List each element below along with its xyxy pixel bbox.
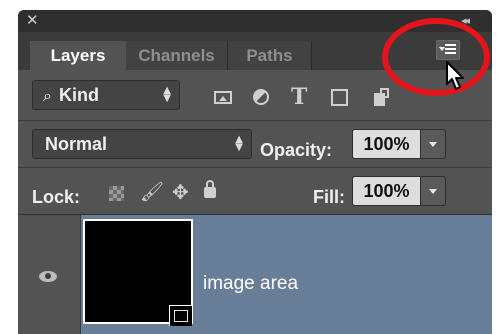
updown-arrows-icon: ▲ ▼	[163, 85, 171, 104]
fill-input[interactable]: 100%	[352, 176, 420, 206]
blend-mode-select[interactable]: Normal ▲ ▼	[32, 129, 252, 159]
fill-dropdown-button[interactable]	[420, 176, 446, 206]
layer-row[interactable]: image area	[81, 215, 492, 334]
smart-object-filter-icon[interactable]	[374, 88, 390, 106]
mouse-cursor-icon	[446, 61, 464, 90]
layer-name[interactable]: image area	[203, 273, 298, 295]
lock-image-pixels-icon[interactable]: 🖌	[140, 180, 164, 203]
type-layer-filter-icon[interactable]: T	[291, 84, 307, 110]
opacity-dropdown-button[interactable]	[420, 129, 446, 159]
adjustment-layer-filter-icon[interactable]	[253, 89, 269, 105]
shape-layer-filter-icon[interactable]	[331, 89, 348, 106]
lock-label: Lock:	[32, 187, 81, 207]
layer-thumbnail[interactable]	[83, 219, 193, 326]
tab-paths[interactable]: Paths	[228, 41, 312, 70]
filter-kind-select[interactable]: ⌕ Kind ▲ ▼	[32, 80, 180, 110]
vector-mask-icon	[169, 305, 192, 326]
tab-channels[interactable]: Channels	[126, 41, 228, 70]
visibility-cell[interactable]	[18, 215, 81, 334]
close-icon[interactable]: ✕	[26, 11, 39, 29]
blend-row: Normal ▲ ▼ Opacity: 100%	[18, 121, 492, 168]
eye-icon[interactable]	[39, 271, 57, 282]
fill-label: Fill:	[313, 187, 345, 207]
tab-layers[interactable]: Layers	[30, 41, 126, 70]
lock-transparent-pixels-icon[interactable]	[109, 186, 124, 201]
updown-arrows-icon: ▲ ▼	[235, 134, 243, 153]
layers-list: image area	[18, 215, 492, 334]
search-icon: ⌕	[43, 86, 52, 105]
lock-all-icon[interactable]	[204, 180, 216, 198]
opacity-label: Opacity:	[260, 140, 333, 160]
pixel-layer-filter-icon[interactable]	[214, 91, 232, 104]
lock-position-icon[interactable]: ✥	[172, 180, 189, 204]
highlight-circle	[382, 18, 490, 96]
opacity-input[interactable]: 100%	[352, 129, 420, 159]
lock-row: Lock: 🖌 ✥ Fill: 100%	[18, 168, 492, 215]
filter-kind-label: Kind	[59, 85, 99, 105]
blend-mode-value: Normal	[45, 134, 108, 154]
